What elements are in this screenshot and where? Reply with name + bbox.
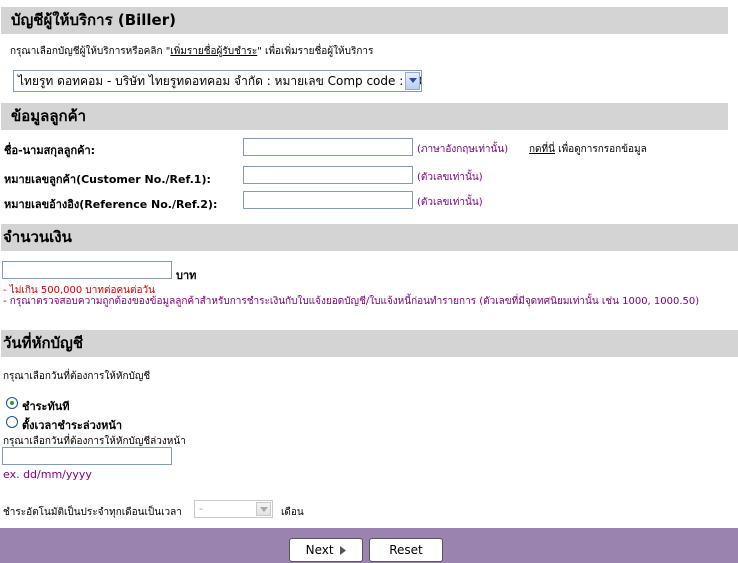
biller-select[interactable]: ไทยรูท ดอทคอม - บริษัท ไทยรูทดอทคอม จำกั…	[13, 70, 422, 92]
date-format-hint: ex. dd/mm/yyyy	[3, 468, 92, 481]
reference-no-input[interactable]	[243, 191, 413, 209]
recurring-months-value: -	[199, 502, 203, 515]
biller-instruction: กรุณาเลือกบัญชีผู้ให้บริการหรือคลิก "เพิ…	[10, 44, 373, 59]
arrow-right-icon	[340, 546, 347, 555]
customer-name-help: กดที่นี่ เพื่อดูการกรอกข้อมูล	[529, 142, 647, 157]
next-button-label: Next	[305, 543, 334, 557]
customer-section-header: ข้อมูลลูกค้า	[1, 103, 728, 130]
add-biller-link[interactable]: เพิ่มรายชื่อผู้รับชำระ	[170, 46, 257, 57]
customer-name-label: ชื่อ-นามสกุลลูกค้า:	[4, 144, 96, 157]
biller-instruction-prefix: กรุณาเลือกบัญชีผู้ให้บริการหรือคลิก "	[10, 46, 171, 57]
biller-instruction-suffix: " เพื่อเพิ่มรายชื่อผู้ให้บริการ	[257, 46, 374, 57]
chevron-down-icon[interactable]	[405, 72, 420, 90]
recurring-unit: เดือน	[281, 507, 304, 518]
customer-name-note: (ภาษาอังกฤษเท่านั้น)	[417, 144, 509, 155]
radio-selected-dot	[10, 401, 14, 405]
pay-now-radio[interactable]	[6, 397, 18, 409]
input-help-link[interactable]: กดที่นี่	[529, 144, 555, 155]
pay-now-label: ชำระทันที	[22, 400, 70, 413]
reset-button[interactable]: Reset	[369, 538, 443, 562]
amount-check-note: - กรุณาตรวจสอบความถูกต้องของข้อมูลลูกค้า…	[3, 296, 700, 307]
customer-no-input[interactable]	[243, 166, 413, 184]
reference-no-label: หมายเลขอ้างอิง(Reference No./Ref.2):	[4, 198, 218, 211]
chevron-down-icon[interactable]	[256, 502, 271, 516]
recurring-months-select[interactable]: -	[194, 500, 273, 518]
amount-section-header: จำนวนเงิน	[1, 224, 738, 251]
biller-section-header: บัญชีผู้ให้บริการ (Biller)	[1, 7, 728, 34]
schedule-date-input[interactable]	[2, 447, 172, 465]
recurring-label: ชำระอัตโนมัติเป็นประจำทุกเดือนเป็นเวลา	[3, 507, 182, 518]
debit-date-instruction: กรุณาเลือกวันที่ต้องการให้หักบัญชี	[3, 371, 151, 382]
customer-no-note: (ตัวเลขเท่านั้น)	[417, 172, 483, 183]
customer-no-label: หมายเลขลูกค้า(Customer No./Ref.1):	[4, 173, 211, 186]
amount-unit: บาท	[176, 269, 197, 282]
schedule-payment-radio[interactable]	[6, 416, 18, 428]
schedule-payment-label: ตั้งเวลาชำระล่วงหน้า	[22, 419, 123, 432]
next-button[interactable]: Next	[289, 538, 363, 562]
debit-date-section-header: วันที่หักบัญชี	[1, 330, 738, 357]
customer-name-input[interactable]	[243, 138, 413, 156]
biller-select-value: ไทยรูท ดอทคอม - บริษัท ไทยรูทดอทคอม จำกั…	[18, 74, 422, 88]
amount-input[interactable]	[2, 261, 172, 279]
reference-no-note: (ตัวเลขเท่านั้น)	[417, 197, 483, 208]
input-help-suffix: เพื่อดูการกรอกข้อมูล	[558, 144, 647, 155]
